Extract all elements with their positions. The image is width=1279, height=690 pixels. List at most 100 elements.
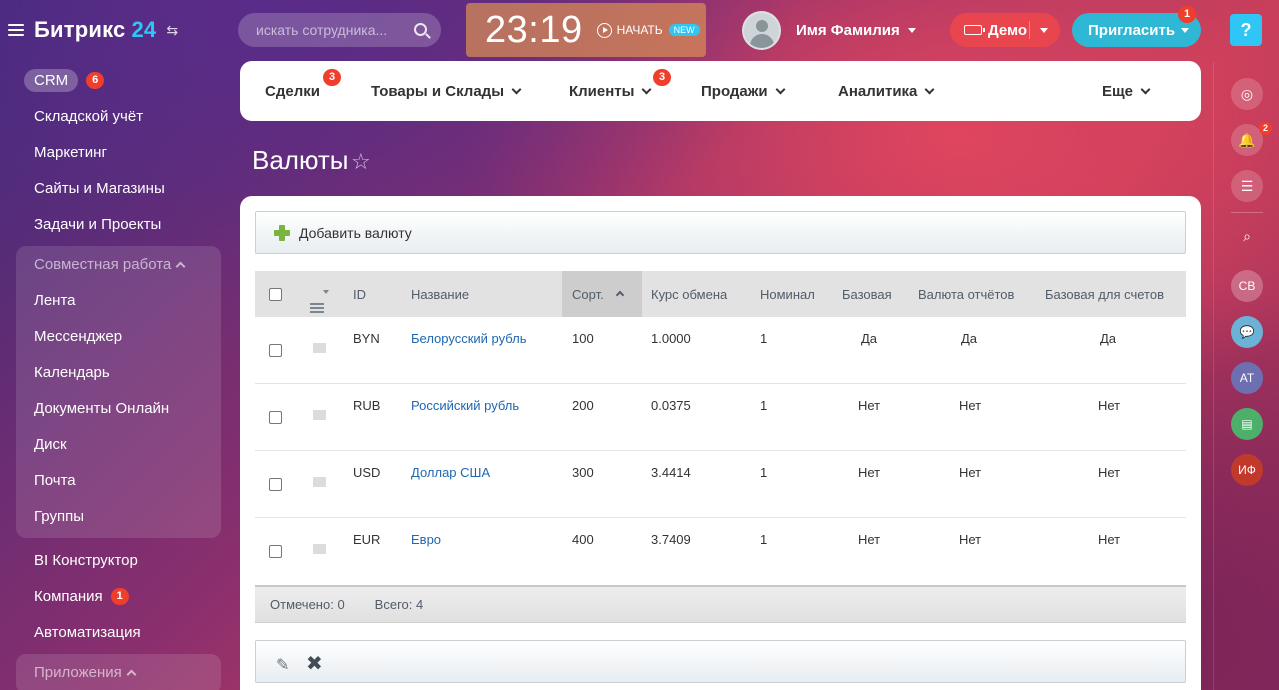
table-row[interactable]: EUR Евро 400 3.7409 1 Нет Нет Нет: [255, 518, 1186, 585]
row-menu-icon[interactable]: [313, 410, 326, 420]
column-header-invoice-base[interactable]: Базовая для счетов: [1045, 287, 1164, 302]
sidebar-group-toggle[interactable]: Приложения: [16, 654, 221, 690]
tab-more[interactable]: Еще: [1102, 83, 1151, 100]
row-checkbox[interactable]: [269, 545, 282, 558]
sidebar-group-apps: Приложения: [16, 654, 221, 690]
sidebar-item-warehouse[interactable]: Складской учёт: [16, 98, 221, 134]
invite-label: Пригласить: [1088, 21, 1176, 39]
add-currency-button[interactable]: Добавить валюту: [255, 211, 1186, 254]
search-icon[interactable]: ⌕: [1231, 220, 1263, 252]
chat-icon[interactable]: ☰: [1231, 170, 1263, 202]
search-box[interactable]: [238, 13, 441, 47]
chevron-down-icon: [511, 84, 522, 95]
tab-label: Сделки: [265, 83, 320, 100]
table-row[interactable]: USD Доллар США 300 3.4414 1 Нет Нет Нет: [255, 451, 1186, 518]
star-icon[interactable]: ☆: [351, 149, 371, 175]
notes-icon[interactable]: ▤: [1231, 408, 1263, 440]
demo-button[interactable]: Демо: [950, 13, 1060, 47]
add-currency-label: Добавить валюту: [299, 224, 412, 241]
sidebar-item-marketing[interactable]: Маркетинг: [16, 134, 221, 170]
avatar[interactable]: ИФ: [1231, 454, 1263, 486]
tab-analytics[interactable]: Аналитика: [838, 83, 935, 100]
divider: [1029, 21, 1030, 39]
row-checkbox[interactable]: [269, 478, 282, 491]
cell-report: Да: [961, 331, 978, 346]
select-all-checkbox[interactable]: [269, 288, 282, 301]
sidebar-item-groups[interactable]: Группы: [16, 498, 221, 534]
cell-report: Нет: [959, 532, 982, 547]
column-header-report[interactable]: Валюта отчётов: [918, 287, 1014, 302]
search-icon[interactable]: [414, 23, 427, 36]
tab-sales[interactable]: Продажи: [701, 83, 786, 100]
group-actions-panel: ✎ ✖: [255, 640, 1186, 683]
sidebar-item-bi[interactable]: BI Конструктор: [16, 542, 221, 578]
invite-button[interactable]: Пригласить 1: [1072, 6, 1201, 47]
row-menu-icon[interactable]: [313, 343, 326, 353]
delete-icon[interactable]: ✖: [306, 651, 323, 676]
sidebar-item-mail[interactable]: Почта: [16, 462, 221, 498]
column-header-sort[interactable]: Сорт.: [572, 287, 604, 302]
left-sidebar: CRM 6 Складской учёт Маркетинг Сайты и М…: [16, 62, 221, 690]
sidebar-item-calendar[interactable]: Календарь: [16, 354, 221, 390]
row-checkbox[interactable]: [269, 344, 282, 357]
brand-logo[interactable]: Битрикс 24: [34, 17, 156, 43]
cell-sort: 300: [572, 465, 594, 480]
group-chat-icon[interactable]: 💬: [1231, 316, 1263, 348]
tab-label: Клиенты: [569, 83, 635, 100]
tab-products[interactable]: Товары и Склады: [371, 83, 522, 100]
sidebar-item-docs[interactable]: Документы Онлайн: [16, 390, 221, 426]
menu-icon[interactable]: [8, 24, 24, 36]
row-menu-icon[interactable]: [313, 477, 326, 487]
caret-down-icon[interactable]: [1040, 28, 1048, 33]
table-row[interactable]: RUB Российский рубль 200 0.0375 1 Нет Не…: [255, 384, 1186, 451]
row-menu-icon[interactable]: [313, 544, 326, 554]
tab-label: Продажи: [701, 83, 768, 100]
sidebar-item-disk[interactable]: Диск: [16, 426, 221, 462]
caret-down-icon[interactable]: [1181, 28, 1189, 33]
cell-invoice-base: Нет: [1098, 465, 1121, 480]
column-header-name[interactable]: Название: [411, 287, 469, 302]
tab-clients[interactable]: Клиенты 3: [569, 69, 671, 100]
work-day-widget[interactable]: 23:19 НАЧАТЬ NEW: [466, 3, 706, 57]
column-header-nominal[interactable]: Номинал: [760, 287, 815, 302]
currency-name-link[interactable]: Белорусский рубль: [411, 331, 527, 346]
settings-sliders-icon[interactable]: ⇆: [166, 22, 178, 39]
sort-up-icon: [615, 290, 625, 300]
user-menu[interactable]: Имя Фамилия: [742, 10, 916, 50]
chevron-up-icon: [126, 669, 137, 679]
sidebar-item-company[interactable]: Компания 1: [16, 578, 221, 614]
currency-name-link[interactable]: Доллар США: [411, 465, 490, 480]
sidebar-item-automation[interactable]: Автоматизация: [16, 614, 221, 650]
user-name[interactable]: Имя Фамилия: [796, 22, 900, 39]
sidebar-item-sites[interactable]: Сайты и Магазины: [16, 170, 221, 206]
avatar[interactable]: [742, 10, 781, 50]
sidebar-item-tasks[interactable]: Задачи и Проекты: [16, 206, 221, 242]
sidebar-item-messenger[interactable]: Мессенджер: [16, 318, 221, 354]
column-header-id[interactable]: ID: [353, 287, 366, 302]
search-input[interactable]: [256, 22, 406, 38]
help-button[interactable]: ?: [1230, 14, 1262, 46]
sidebar-item-feed[interactable]: Лента: [16, 282, 221, 318]
pencil-icon[interactable]: ✎: [276, 655, 289, 675]
sidebar-item-label: CRM: [24, 68, 79, 92]
column-header-rate[interactable]: Курс обмена: [651, 287, 727, 302]
table-row[interactable]: BYN Белорусский рубль 100 1.0000 1 Да Да…: [255, 317, 1186, 384]
table-footer: Отмечено: 0 Всего: 4: [255, 585, 1186, 623]
column-settings-icon[interactable]: [310, 303, 324, 313]
cell-rate: 3.7409: [651, 532, 691, 547]
start-day-button[interactable]: НАЧАТЬ NEW: [596, 22, 700, 38]
sidebar-group-toggle[interactable]: Совместная работа: [16, 246, 221, 282]
cell-report: Нет: [959, 465, 982, 480]
currency-name-link[interactable]: Российский рубль: [411, 398, 519, 413]
tab-deals[interactable]: Сделки 3: [265, 69, 341, 100]
avatar[interactable]: АТ: [1231, 362, 1263, 394]
sidebar-item-crm[interactable]: CRM 6: [16, 62, 221, 98]
tab-label: Еще: [1102, 83, 1134, 100]
cell-sort: 200: [572, 398, 594, 413]
pulse-icon[interactable]: ◎: [1231, 78, 1263, 110]
column-header-base[interactable]: Базовая: [842, 287, 892, 302]
avatar[interactable]: СВ: [1231, 270, 1263, 302]
row-checkbox[interactable]: [269, 411, 282, 424]
invite-counter-badge: 1: [1178, 6, 1196, 23]
currency-name-link[interactable]: Евро: [411, 532, 441, 547]
